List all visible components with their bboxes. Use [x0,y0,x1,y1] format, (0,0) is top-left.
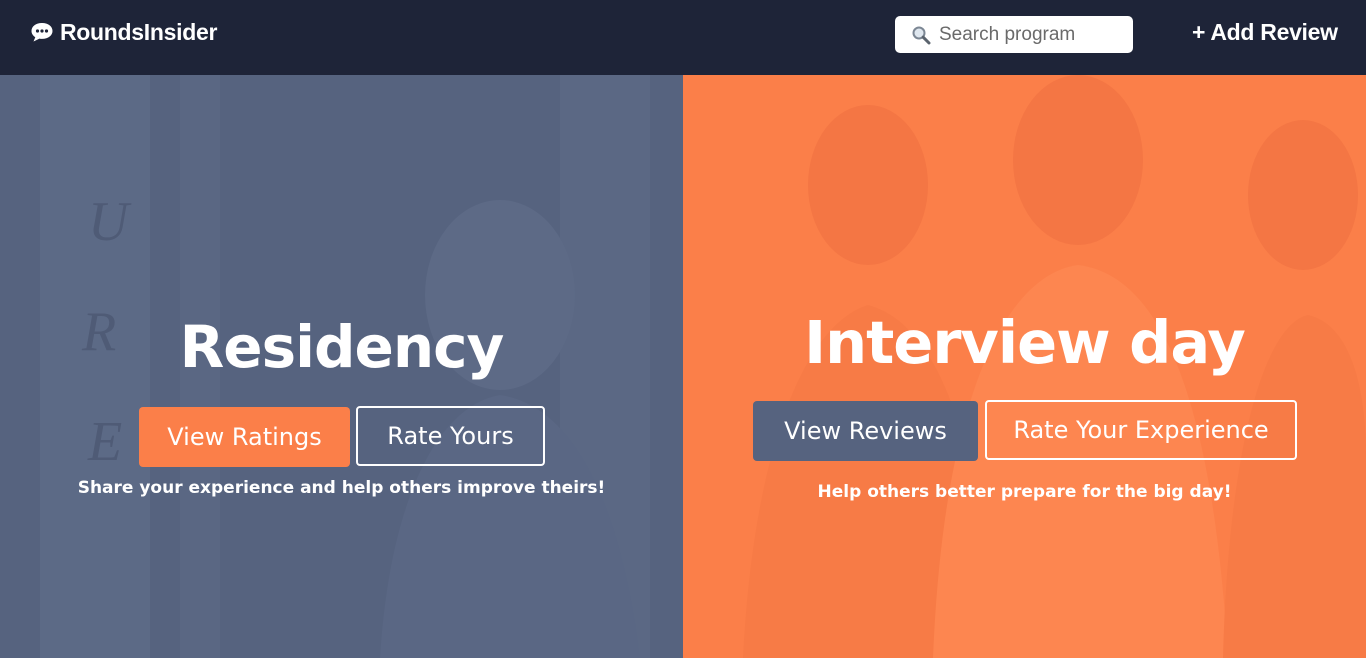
speech-bubble-icon [31,23,53,42]
view-ratings-button[interactable]: View Ratings [139,407,350,467]
brand-name: RoundsInsider [60,18,218,45]
residency-tagline: Share your experience and help others im… [77,478,606,498]
interview-day-panel: Interview day View Reviews Rate Your Exp… [683,75,1366,658]
search-input[interactable] [937,22,1121,47]
residency-heading: Residency [179,313,505,381]
svg-text:E: E [87,411,122,473]
top-navbar: RoundsInsider + Add Review [0,0,1366,75]
search-box[interactable] [895,16,1133,53]
add-review-link[interactable]: + Add Review [1192,16,1338,48]
rate-yours-button[interactable]: Rate Yours [356,406,545,466]
magnifier-icon [912,26,931,44]
svg-text:U: U [88,191,132,253]
view-reviews-button[interactable]: View Reviews [753,401,978,461]
brand-logo-link[interactable]: RoundsInsider [30,18,217,46]
interview-day-heading: Interview day [804,308,1246,377]
residency-panel: U R E Residency View Ratings Rate Yours … [0,75,683,658]
rate-your-experience-button[interactable]: Rate Your Experience [985,400,1297,460]
interview-day-tagline: Help others better prepare for the big d… [817,482,1232,502]
